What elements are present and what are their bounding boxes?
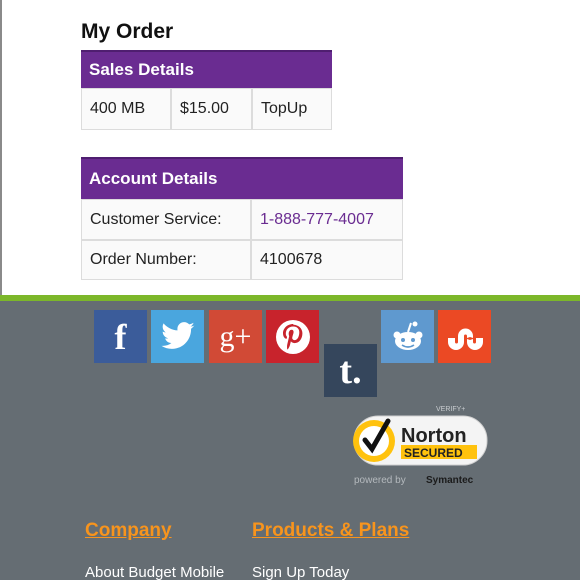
- order-number-value: 4100678: [251, 240, 403, 280]
- stumbleupon-glyph: [447, 328, 483, 350]
- customer-service-label: Customer Service:: [81, 199, 251, 240]
- pinterest-icon[interactable]: [266, 310, 319, 363]
- googleplus-glyph: g+: [219, 319, 252, 353]
- data-amount-cell: 400 MB: [81, 88, 171, 130]
- order-number-label: Order Number:: [81, 240, 251, 280]
- googleplus-icon[interactable]: g+: [209, 310, 262, 363]
- norton-secured-text: SECURED: [404, 446, 463, 460]
- sales-details-header: Sales Details: [81, 50, 332, 88]
- order-number-row: Order Number: 4100678: [81, 240, 403, 280]
- order-type-cell: TopUp: [252, 88, 332, 130]
- tumblr-icon[interactable]: t.: [324, 344, 377, 397]
- facebook-glyph: f: [114, 316, 127, 357]
- norton-verify-text: VERIFY+: [436, 406, 465, 413]
- left-edge-line: [0, 0, 2, 295]
- twitter-bird-glyph: [161, 321, 194, 349]
- footer-link-signup[interactable]: Sign Up Today: [252, 564, 349, 581]
- norton-powered-by-text: powered by: [354, 475, 406, 486]
- tumblr-glyph: t.: [339, 349, 362, 392]
- account-details-header: Account Details: [81, 157, 403, 199]
- customer-service-row: Customer Service: 1-888-777-4007: [81, 199, 403, 240]
- twitter-icon[interactable]: [151, 310, 204, 363]
- price-cell: $15.00: [171, 88, 252, 130]
- norton-seal-graphic: VERIFY+ Norton SECURED powered by Symant…: [353, 406, 488, 486]
- stumbleupon-icon[interactable]: [438, 310, 491, 363]
- norton-brand-text: Norton: [401, 425, 467, 447]
- customer-service-phone-link[interactable]: 1-888-777-4007: [251, 199, 403, 240]
- pinterest-glyph: [275, 319, 310, 354]
- sales-details-table: Sales Details 400 MB $15.00 TopUp: [81, 50, 332, 130]
- reddit-icon[interactable]: [381, 310, 434, 363]
- footer-company-heading[interactable]: Company: [85, 520, 172, 542]
- reddit-alien-glyph: [393, 321, 422, 350]
- norton-secured-seal[interactable]: VERIFY+ Norton SECURED powered by Symant…: [346, 403, 491, 488]
- account-details-table: Account Details Customer Service: 1-888-…: [81, 157, 403, 280]
- page-title: My Order: [81, 20, 174, 43]
- facebook-icon[interactable]: f: [94, 310, 147, 363]
- footer-products-heading[interactable]: Products & Plans: [252, 520, 409, 542]
- footer-link-about[interactable]: About Budget Mobile: [85, 564, 224, 581]
- sales-details-row: 400 MB $15.00 TopUp: [81, 88, 332, 130]
- norton-symantec-text: Symantec: [426, 475, 474, 486]
